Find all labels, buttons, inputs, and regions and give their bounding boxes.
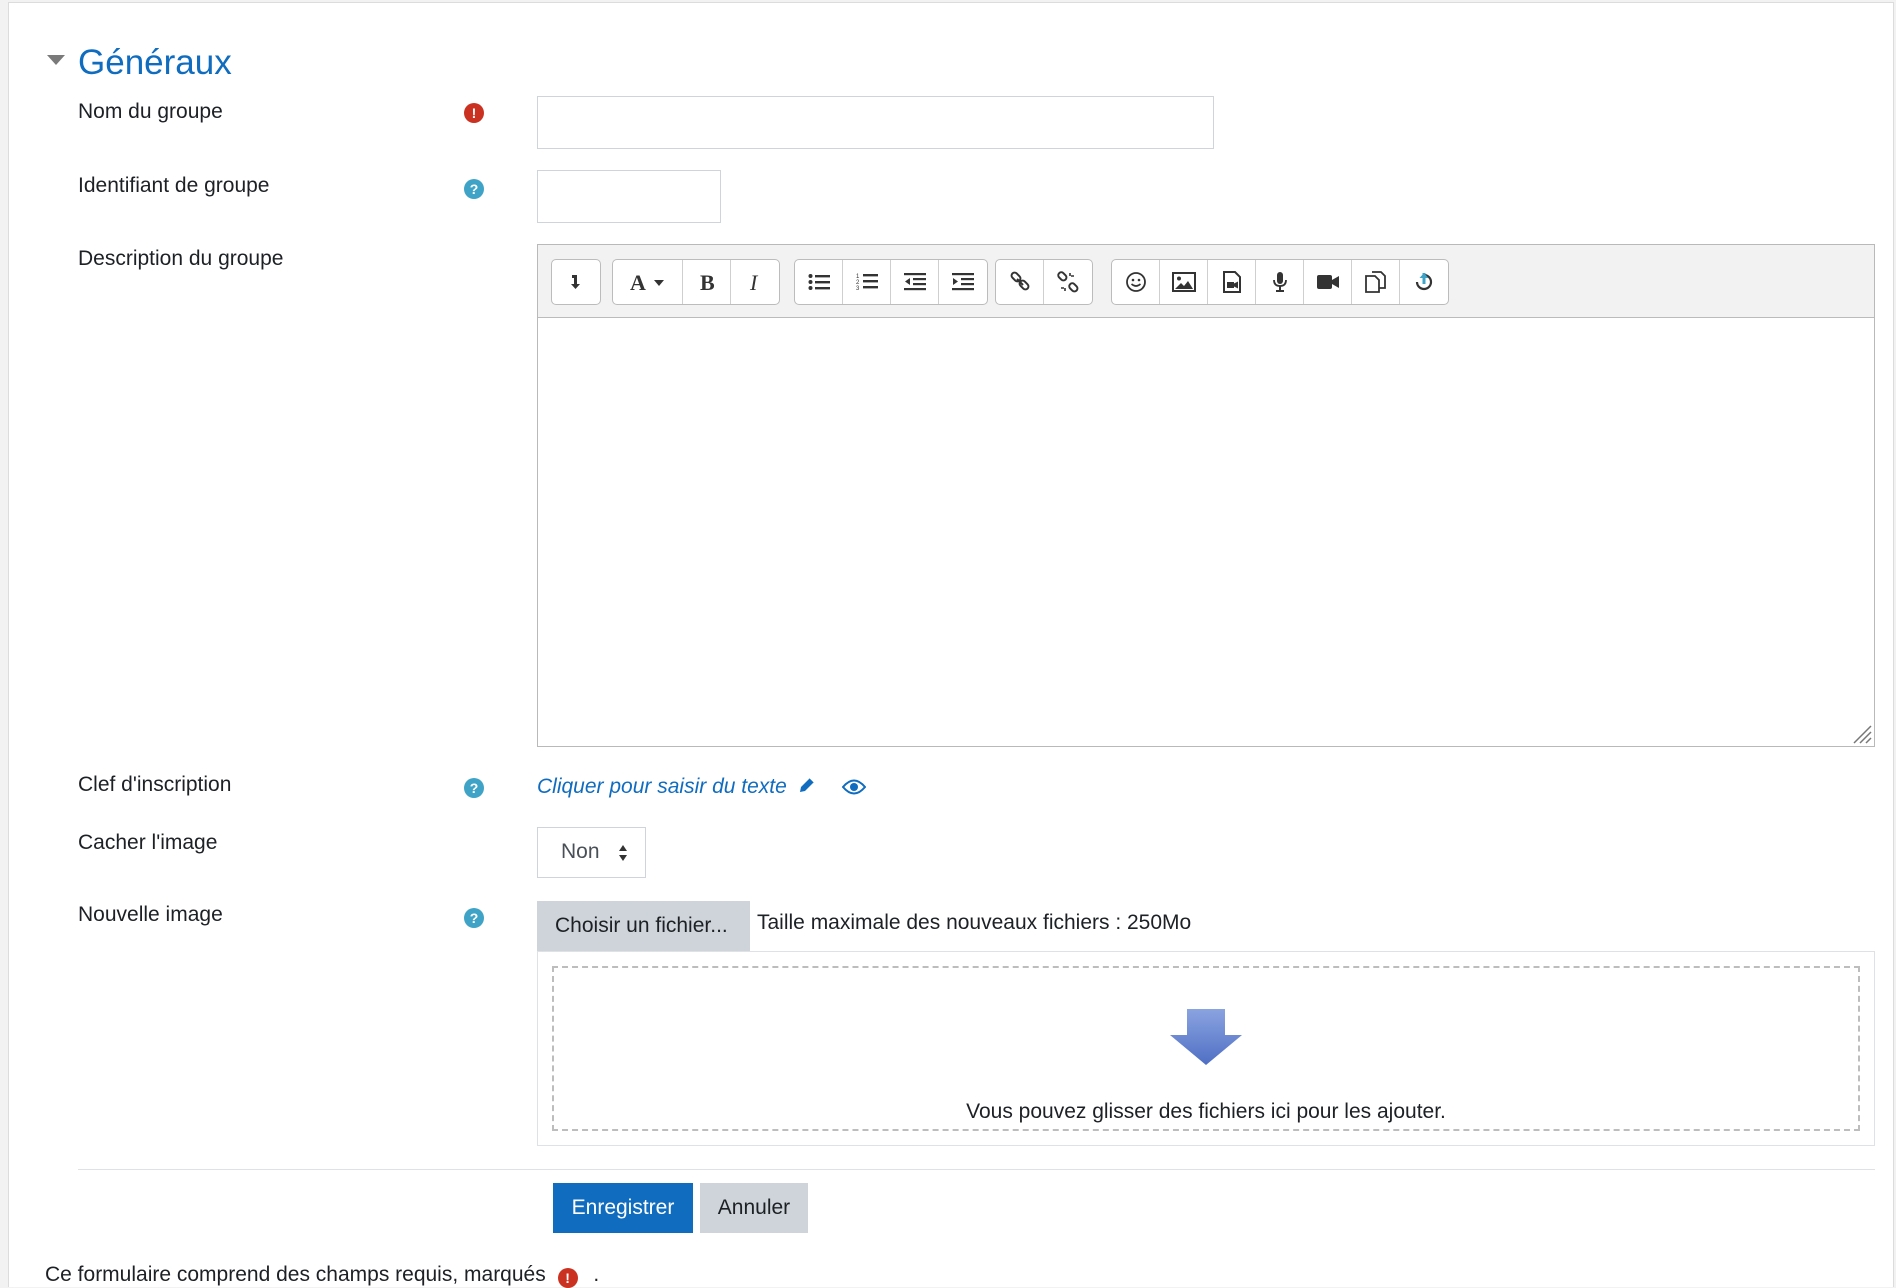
required-note-suffix: . — [593, 1263, 600, 1286]
help-icon[interactable]: ? — [464, 908, 484, 928]
group-id-label: Identifiant de groupe — [78, 174, 270, 197]
help-icon[interactable]: ? — [464, 179, 484, 199]
save-button-label: Enregistrer — [571, 1196, 675, 1219]
toolbar-group-links — [995, 259, 1093, 305]
hide-picture-selected: Non — [561, 840, 600, 863]
svg-text:B: B — [700, 271, 715, 293]
enrolment-key-label: Clef d'inscription — [78, 773, 232, 796]
hide-picture-select[interactable]: Non — [537, 827, 646, 878]
italic-icon[interactable]: I — [731, 260, 779, 304]
emoji-icon[interactable] — [1112, 260, 1160, 304]
cancel-button-label: Annuler — [717, 1196, 791, 1219]
toolbar-group-media — [1111, 259, 1449, 305]
font-color-icon[interactable]: A — [613, 260, 683, 304]
svg-text:I: I — [749, 271, 759, 293]
pencil-icon — [799, 777, 815, 792]
cancel-button[interactable]: Annuler — [700, 1183, 808, 1233]
choose-file-label: Choisir un fichier... — [555, 914, 728, 937]
outdent-icon[interactable] — [891, 260, 939, 304]
resize-handle-icon[interactable] — [1850, 722, 1872, 744]
description-label: Description du groupe — [78, 247, 284, 270]
h5p-icon[interactable] — [1400, 260, 1448, 304]
choose-file-button[interactable]: Choisir un fichier... — [537, 901, 750, 951]
toolbar-group-collapse — [551, 259, 601, 305]
ordered-list-icon[interactable]: 123 — [843, 260, 891, 304]
media-icon[interactable] — [1208, 260, 1256, 304]
image-icon[interactable] — [1160, 260, 1208, 304]
indent-icon[interactable] — [939, 260, 987, 304]
required-fields-note: Ce formulaire comprend des champs requis… — [45, 1263, 599, 1288]
editor-toolbar: A B I 123 — [538, 245, 1874, 318]
download-arrow-icon — [1170, 1009, 1242, 1065]
max-file-size: Taille maximale des nouveaux fichiers : … — [757, 911, 1192, 934]
unlink-icon[interactable] — [1044, 260, 1092, 304]
record-audio-icon[interactable] — [1256, 260, 1304, 304]
required-icon: ! — [557, 1268, 578, 1288]
unordered-list-icon[interactable] — [795, 260, 843, 304]
required-icon: ! — [464, 103, 484, 123]
help-icon[interactable]: ? — [464, 778, 484, 798]
bold-icon[interactable]: B — [683, 260, 731, 304]
svg-text:3: 3 — [856, 286, 860, 292]
group-name-input[interactable] — [537, 96, 1214, 149]
section-title[interactable]: Généraux — [78, 41, 232, 85]
collapse-icon[interactable] — [552, 260, 600, 304]
description-editor: A B I 123 — [537, 244, 1875, 747]
link-icon[interactable] — [996, 260, 1044, 304]
group-name-label: Nom du groupe — [78, 100, 223, 123]
svg-text:A: A — [630, 271, 646, 293]
record-video-icon[interactable] — [1304, 260, 1352, 304]
editor-content-area[interactable] — [538, 318, 1874, 746]
file-drop-area[interactable]: Vous pouvez glisser des fichiers ici pou… — [537, 951, 1875, 1146]
toolbar-group-style: A B I — [612, 259, 780, 305]
file-drop-zone[interactable]: Vous pouvez glisser des fichiers ici pou… — [552, 966, 1860, 1131]
drop-hint-text: Vous pouvez glisser des fichiers ici pou… — [966, 1100, 1446, 1123]
toolbar-group-lists: 123 — [794, 259, 988, 305]
group-id-input[interactable] — [537, 170, 721, 223]
save-button[interactable]: Enregistrer — [553, 1183, 693, 1233]
select-caret-icon — [619, 845, 627, 861]
collapse-section-icon[interactable] — [47, 55, 65, 65]
hide-picture-label: Cacher l'image — [78, 831, 218, 854]
required-note-text: Ce formulaire comprend des champs requis… — [45, 1263, 546, 1286]
enrolment-key-link-text[interactable]: Cliquer pour saisir du texte — [537, 775, 787, 798]
enrolment-key-link[interactable]: Cliquer pour saisir du texte — [537, 773, 817, 801]
form-card: Généraux Nom du groupe ! Identifiant de … — [8, 2, 1894, 1288]
form-divider — [78, 1169, 1875, 1170]
new-picture-label: Nouvelle image — [78, 903, 223, 926]
manage-files-icon[interactable] — [1352, 260, 1400, 304]
reveal-eye-icon[interactable] — [842, 778, 866, 796]
